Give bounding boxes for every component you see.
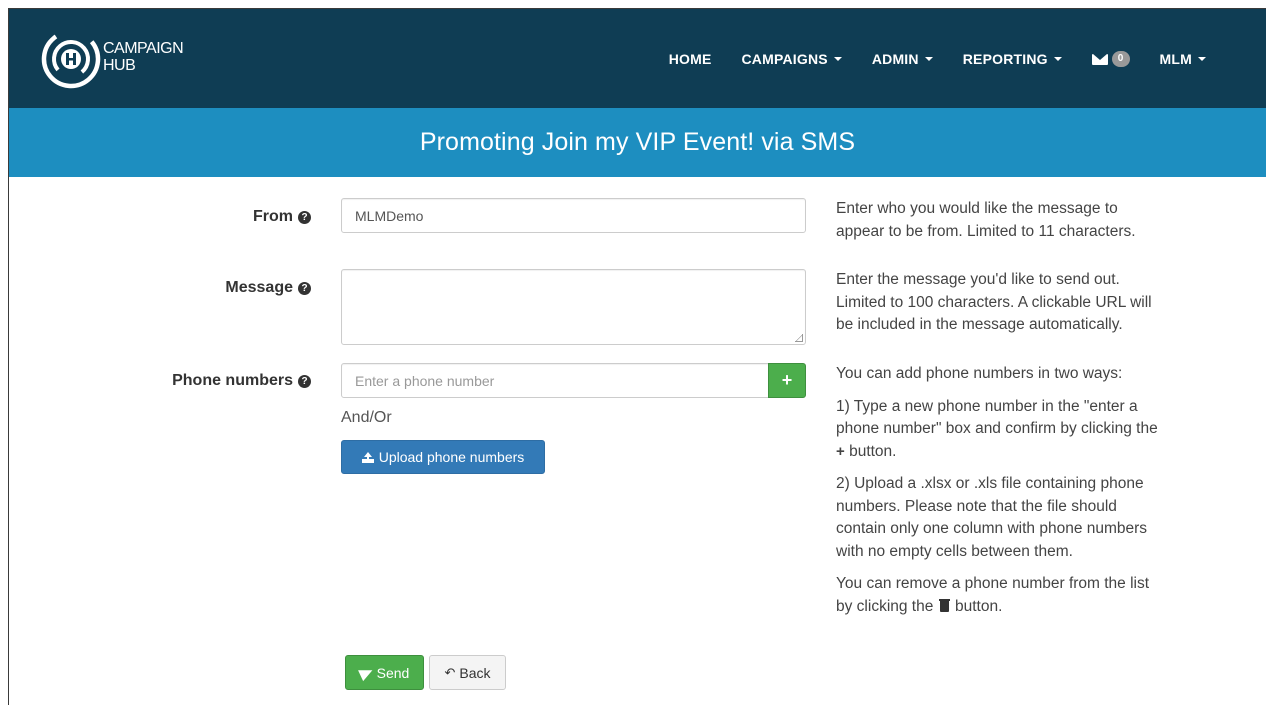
- send-button-label: Send: [376, 664, 410, 681]
- from-label-text: From: [253, 208, 293, 225]
- phone-numbers-label: Phone numbers ?: [109, 370, 311, 392]
- nav-messages[interactable]: 0: [1091, 51, 1130, 67]
- help-line: button.: [849, 442, 897, 460]
- campaign-hub-logo[interactable]: CAMPAIGN HUB: [41, 23, 211, 95]
- upload-icon: [361, 451, 374, 463]
- add-phone-number-button[interactable]: +: [768, 363, 806, 398]
- caret-down-icon: [833, 57, 842, 61]
- help-line: contain only one column with phone numbe…: [836, 520, 1148, 537]
- envelope-icon: [1091, 53, 1108, 65]
- from-input[interactable]: MLMDemo: [341, 198, 806, 233]
- message-help-text: Enter the message you'd like to send out…: [836, 269, 1216, 337]
- help-line: Enter who you would like the message to: [836, 200, 1118, 217]
- nav-reporting-label: REPORTING: [962, 51, 1048, 67]
- logo-line-2: HUB: [103, 57, 136, 74]
- help-line: You can remove a phone number from the l…: [836, 575, 1150, 592]
- trash-icon: [938, 598, 950, 612]
- upload-button-label: Upload phone numbers: [378, 449, 525, 465]
- caret-down-icon: [924, 57, 933, 61]
- page-banner: Promoting Join my VIP Event! via SMS: [9, 108, 1266, 177]
- back-button[interactable]: ↶ Back: [429, 655, 506, 690]
- message-label: Message ?: [109, 277, 311, 299]
- logo-line-1: CAMPAIGN: [103, 40, 184, 57]
- plus-icon: +: [781, 370, 793, 390]
- help-line: with no empty cells between them.: [836, 542, 1073, 560]
- nav-user-label: MLM: [1159, 51, 1192, 67]
- upload-phone-numbers-button[interactable]: Upload phone numbers: [341, 440, 545, 474]
- help-line: 1) Type a new phone number in the "enter…: [836, 397, 1138, 415]
- phone-help-intro: You can add phone numbers in two ways:: [836, 363, 1216, 386]
- nav-admin-label: ADMIN: [871, 51, 919, 67]
- send-button[interactable]: Send: [345, 655, 424, 690]
- caret-down-icon: [1053, 57, 1062, 61]
- messages-count-badge: 0: [1111, 51, 1130, 67]
- resize-handle-icon[interactable]: [795, 334, 803, 342]
- help-line: You can add phone numbers in two ways:: [836, 365, 1123, 382]
- from-label: From ?: [109, 206, 311, 228]
- help-line: 2) Upload a .xlsx or .xls file containin…: [836, 475, 1144, 492]
- help-line: by clicking the: [836, 597, 934, 615]
- back-button-label: Back: [459, 664, 491, 681]
- nav-admin-dropdown[interactable]: ADMIN: [872, 51, 933, 67]
- from-help-text: Enter who you would like the message to …: [836, 198, 1216, 243]
- from-input-value: MLMDemo: [355, 207, 424, 224]
- help-line: phone number" box and confirm by clickin…: [836, 420, 1158, 437]
- phone-help-way-1: 1) Type a new phone number in the "enter…: [836, 396, 1216, 464]
- nav-campaigns-label: CAMPAIGNS: [741, 51, 828, 67]
- message-textarea[interactable]: [341, 269, 806, 345]
- help-line: be included in the message automatically…: [836, 316, 1123, 333]
- nav-reporting-dropdown[interactable]: REPORTING: [963, 51, 1062, 67]
- phone-number-input[interactable]: Enter a phone number: [341, 363, 769, 398]
- nav-user-dropdown[interactable]: MLM: [1160, 51, 1206, 67]
- phone-number-placeholder: Enter a phone number: [355, 372, 495, 389]
- caret-down-icon: [1198, 57, 1206, 61]
- help-line: appear to be from. Limited to 11 charact…: [836, 222, 1136, 240]
- nav-menu: HOME CAMPAIGNS ADMIN REPORTING 0 MLM: [639, 47, 1206, 71]
- app-frame: CAMPAIGN HUB HOME CAMPAIGNS ADMIN REPORT…: [8, 8, 1266, 705]
- top-navbar: CAMPAIGN HUB HOME CAMPAIGNS ADMIN REPORT…: [9, 9, 1266, 108]
- phone-help-text: You can add phone numbers in two ways: 1…: [836, 363, 1216, 628]
- nav-campaigns-dropdown[interactable]: CAMPAIGNS: [742, 51, 842, 67]
- question-circle-icon[interactable]: ?: [298, 281, 311, 295]
- reply-arrow-icon: ↶: [444, 664, 456, 680]
- phone-help-remove: You can remove a phone number from the l…: [836, 573, 1216, 618]
- paper-plane-icon: [357, 664, 375, 681]
- question-circle-icon[interactable]: ?: [298, 374, 311, 388]
- logo-mark-icon: [41, 29, 101, 89]
- help-line: numbers. Please note that the file shoul…: [836, 497, 1117, 515]
- help-line: Enter the message you'd like to send out…: [836, 271, 1120, 288]
- help-line: button.: [954, 597, 1003, 615]
- help-line: Limited to 100 characters. A clickable U…: [836, 293, 1152, 311]
- nav-home[interactable]: HOME: [669, 51, 712, 67]
- phone-numbers-label-text: Phone numbers: [172, 372, 293, 389]
- plus-icon: +: [836, 442, 845, 460]
- nav-home-label: HOME: [668, 51, 712, 67]
- question-circle-icon[interactable]: ?: [298, 210, 311, 224]
- page-title: Promoting Join my VIP Event! via SMS: [419, 128, 856, 156]
- logo-text: CAMPAIGN HUB: [103, 40, 184, 74]
- and-or-text: And/Or: [341, 409, 392, 426]
- message-label-text: Message: [225, 279, 293, 296]
- phone-help-way-2: 2) Upload a .xlsx or .xls file containin…: [836, 473, 1216, 563]
